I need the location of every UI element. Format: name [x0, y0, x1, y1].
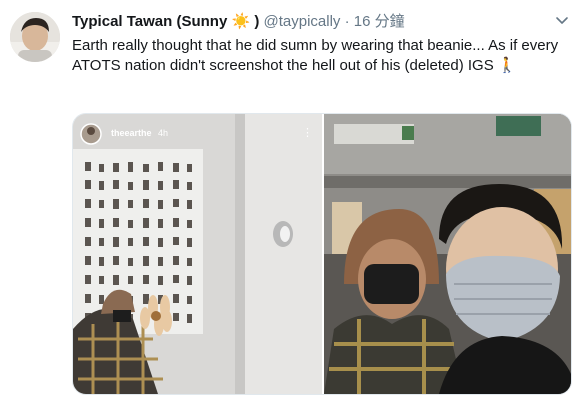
- user-handle[interactable]: @taypically: [264, 13, 341, 30]
- story-age: 4h: [158, 128, 169, 138]
- display-name[interactable]: Typical Tawan (Sunny ☀️ ): [72, 13, 264, 30]
- tweet[interactable]: Typical Tawan (Sunny ☀️ ) @taypically · …: [0, 0, 582, 407]
- user-avatar[interactable]: [10, 12, 60, 62]
- tweet-header: Typical Tawan (Sunny ☀️ ) @taypically · …: [72, 12, 405, 32]
- tweet-time[interactable]: 16 分鐘: [354, 13, 405, 30]
- story-menu-icon[interactable]: ⋮: [302, 126, 313, 139]
- sun-emoji: ☀️: [231, 13, 251, 30]
- photo-right[interactable]: [324, 114, 571, 394]
- story-username: theearthe 4h: [111, 128, 169, 138]
- chevron-down-icon[interactable]: [554, 12, 570, 28]
- media-grid[interactable]: theearthe 4h ⋮: [72, 113, 572, 395]
- tweet-text: Earth really thought that he did sumn by…: [72, 37, 559, 74]
- photo-left[interactable]: theearthe 4h ⋮: [73, 114, 322, 394]
- separator-dot: ·: [344, 13, 350, 30]
